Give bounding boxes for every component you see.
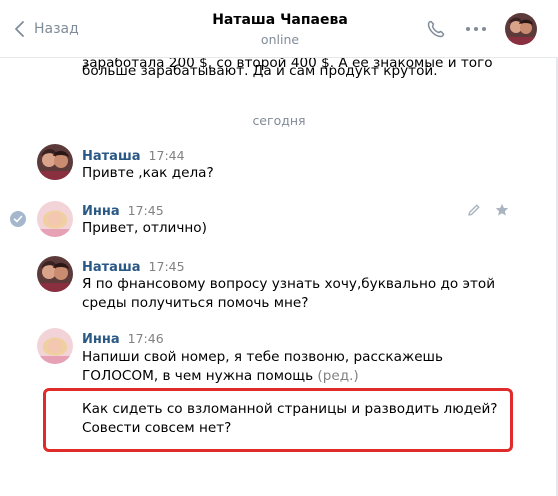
chat-header: Назад Наташа Чапаева online xyxy=(0,0,558,58)
message-time: 17:45 xyxy=(148,259,185,274)
avatar[interactable] xyxy=(37,328,73,364)
phone-icon[interactable] xyxy=(426,19,446,39)
message-time: 17:46 xyxy=(127,331,164,346)
message-text: Привет, отлично) xyxy=(82,220,207,236)
avatar[interactable] xyxy=(37,256,73,292)
back-button[interactable]: Назад xyxy=(12,19,79,39)
history-text-line: больше зарабатывают. Да и сам продукт кр… xyxy=(82,63,438,79)
message-time: 17:44 xyxy=(148,148,185,163)
chat-window: Назад Наташа Чапаева online заработала 2… xyxy=(0,0,558,496)
message-author[interactable]: Наташа 17:45 xyxy=(82,259,185,275)
message-text: среды получиться помочь мне? xyxy=(82,295,309,311)
highlight-frame xyxy=(43,388,513,452)
message-text: Я по фнансовому вопросу узнать хочу,букв… xyxy=(82,276,496,292)
date-separator: сегодня xyxy=(252,113,306,128)
chevron-left-icon xyxy=(15,21,24,37)
back-label: Назад xyxy=(34,21,79,37)
check-icon xyxy=(10,211,26,227)
pencil-icon[interactable] xyxy=(466,202,482,218)
chat-title[interactable]: Наташа Чапаева online xyxy=(190,12,370,47)
message-time: 17:45 xyxy=(127,203,164,218)
message-author[interactable]: Инна 17:46 xyxy=(82,331,164,347)
avatar[interactable] xyxy=(37,144,73,180)
message-history[interactable]: заработала 200 $, со второй 400 $. А ее … xyxy=(0,58,558,496)
message-text: Напиши свой номер, я тебе позвоню, расск… xyxy=(82,349,444,365)
contact-avatar[interactable] xyxy=(505,13,537,45)
author-name: Наташа xyxy=(82,149,141,164)
contact-name: Наташа Чапаева xyxy=(212,12,348,28)
message-author[interactable]: Наташа 17:44 xyxy=(82,148,185,164)
message-text: ГОЛОСОМ, в чем нужна помощь (ред.) xyxy=(82,367,359,387)
edited-label[interactable]: (ред.) xyxy=(317,368,358,384)
star-icon[interactable] xyxy=(494,202,510,218)
message-text-part: ГОЛОСОМ, в чем нужна помощь xyxy=(82,368,314,384)
message-author[interactable]: Инна 17:45 xyxy=(82,203,164,219)
more-dots-icon[interactable] xyxy=(465,25,487,33)
author-name: Наташа xyxy=(82,260,141,275)
author-name: Инна xyxy=(82,332,120,347)
author-name: Инна xyxy=(82,204,120,219)
avatar[interactable] xyxy=(37,201,73,237)
message-text: Привте ,как дела? xyxy=(82,165,214,181)
contact-status: online xyxy=(260,32,300,47)
